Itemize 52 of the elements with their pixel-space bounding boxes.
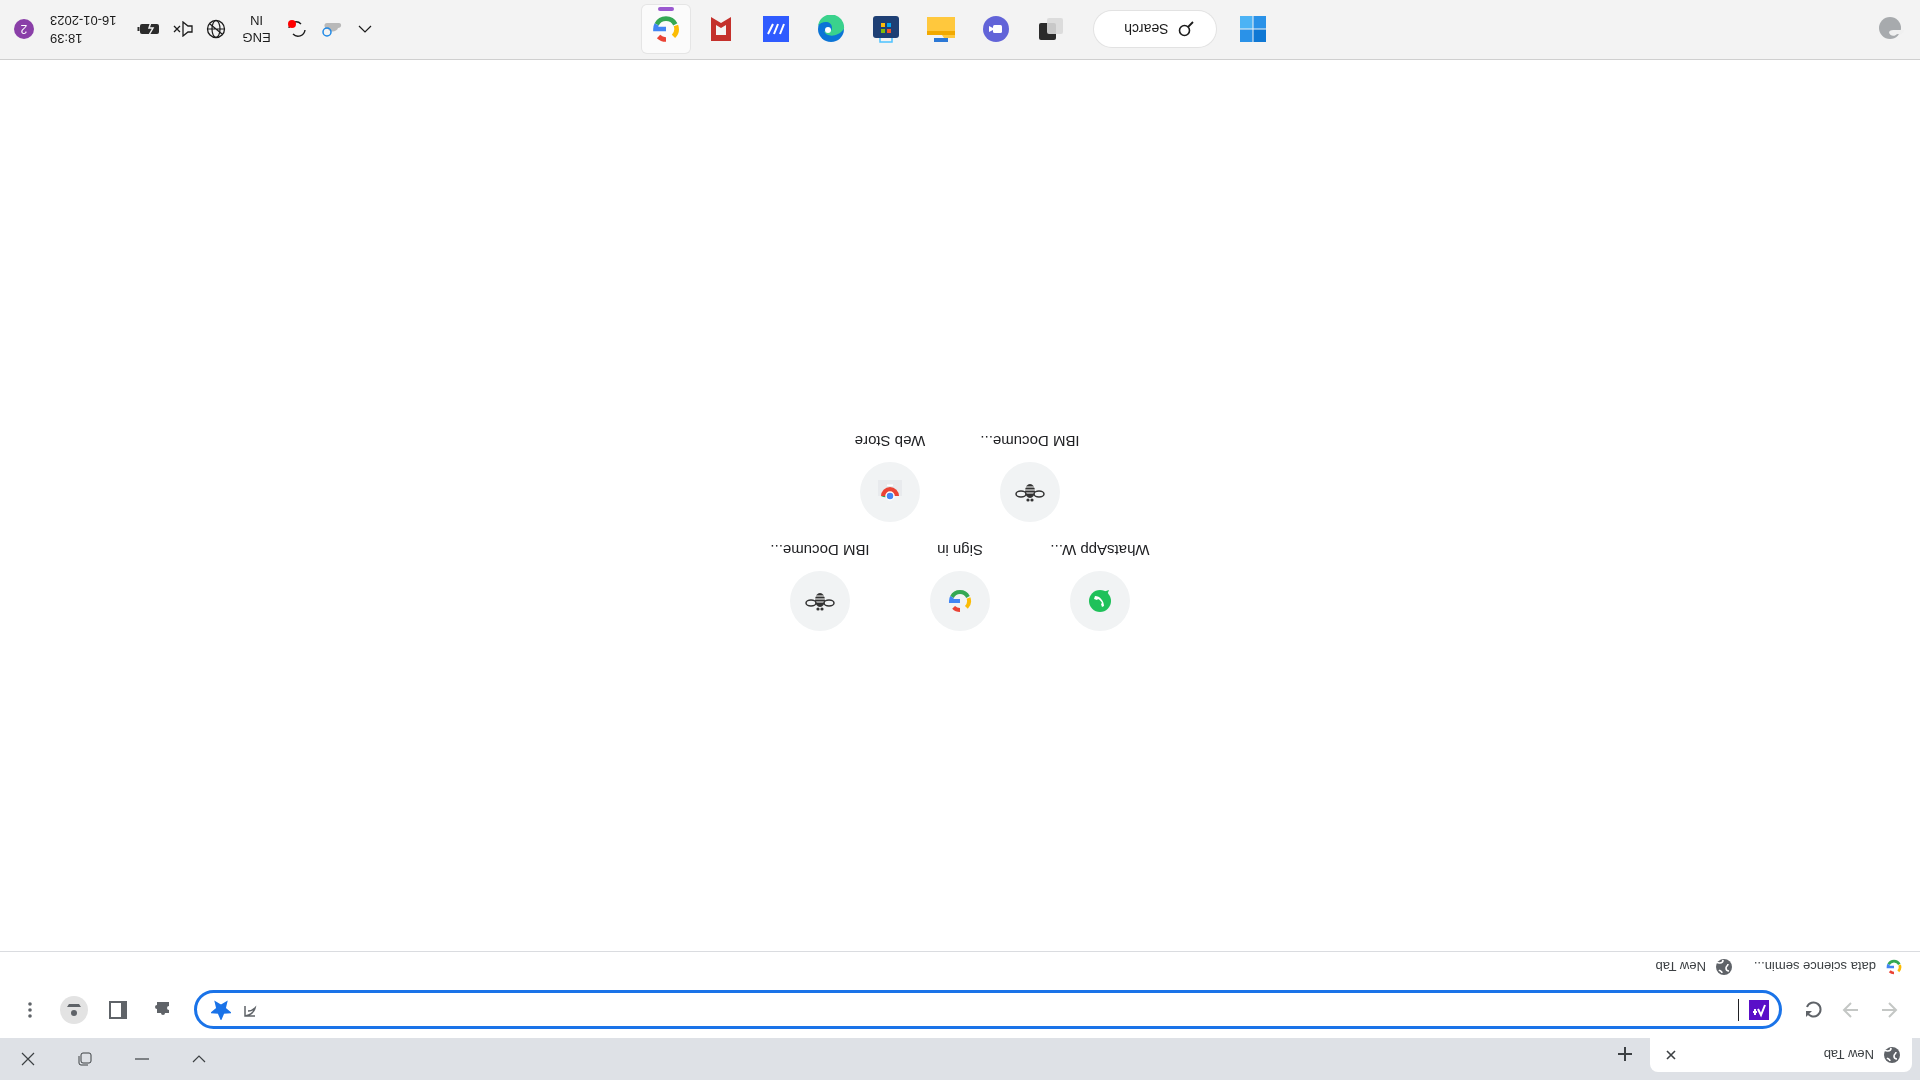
clock[interactable]: 18:39 16-01-2023 <box>50 11 117 48</box>
globe-icon <box>1884 1047 1900 1063</box>
windows-logo-icon <box>1239 15 1268 44</box>
notification-badge[interactable]: 2 <box>14 19 34 40</box>
reload-icon <box>1803 1000 1823 1020</box>
input-language-indicator[interactable]: ENG IN <box>242 12 271 47</box>
bookmark-item[interactable]: New Tab <box>1655 959 1732 975</box>
extension-logo-icon <box>1749 1000 1769 1020</box>
search-icon <box>1178 21 1195 38</box>
folder-icon <box>926 16 957 43</box>
globe-icon <box>1715 959 1732 975</box>
shortcut-tile[interactable]: IBM Docume... <box>750 542 890 631</box>
globe-network-icon <box>206 19 227 40</box>
menu-dots-icon <box>28 1002 32 1018</box>
close-icon <box>21 1052 36 1066</box>
avatar-icon <box>60 996 88 1024</box>
bookmark-item[interactable]: data science semin... <box>1753 959 1902 975</box>
chevron-down-icon <box>192 1055 207 1063</box>
cloud-sync-icon <box>319 20 342 39</box>
pen-app-icon <box>762 15 791 44</box>
minimize-icon <box>135 1058 150 1060</box>
shortcut-tile[interactable]: WhatsApp W... <box>1030 542 1170 631</box>
search-placeholder: Search <box>1124 21 1169 38</box>
browser-tab[interactable]: New Tab <box>1650 1038 1912 1072</box>
shortcut-tile[interactable]: Web Store <box>820 433 960 522</box>
bee-icon <box>805 591 835 611</box>
ribbon-icon <box>709 15 734 44</box>
speaker-muted-icon <box>171 21 194 38</box>
bee-icon <box>1015 482 1045 502</box>
chat-bubble-icon <box>1088 589 1112 613</box>
shortcut-tile[interactable]: Sign in <box>890 542 1030 631</box>
side-panel-icon <box>109 1001 127 1019</box>
chevron-up-icon <box>357 25 372 34</box>
address-bar[interactable] <box>194 990 1782 1030</box>
store-icon <box>872 15 901 44</box>
google-logo-icon <box>948 589 972 613</box>
shortcut-tile[interactable]: IBM Docume... <box>960 433 1100 522</box>
new-tab-button[interactable] <box>1618 1047 1632 1061</box>
restore-icon <box>78 1052 93 1066</box>
plus-icon <box>1618 1047 1632 1061</box>
video-chat-icon <box>982 15 1011 44</box>
task-view-icon <box>1038 17 1065 42</box>
battery-charging-icon <box>136 22 161 37</box>
close-icon <box>1666 1050 1676 1060</box>
arrow-right-icon <box>1841 1000 1861 1020</box>
arrow-left-icon <box>1879 1000 1899 1020</box>
bookmark-star-button[interactable] <box>211 1000 231 1020</box>
google-logo-icon <box>1886 959 1902 975</box>
sync-record-icon <box>285 19 308 40</box>
star-icon <box>211 1000 231 1020</box>
edge-icon <box>817 15 846 44</box>
taskbar-search-box[interactable]: Search <box>1094 11 1217 48</box>
